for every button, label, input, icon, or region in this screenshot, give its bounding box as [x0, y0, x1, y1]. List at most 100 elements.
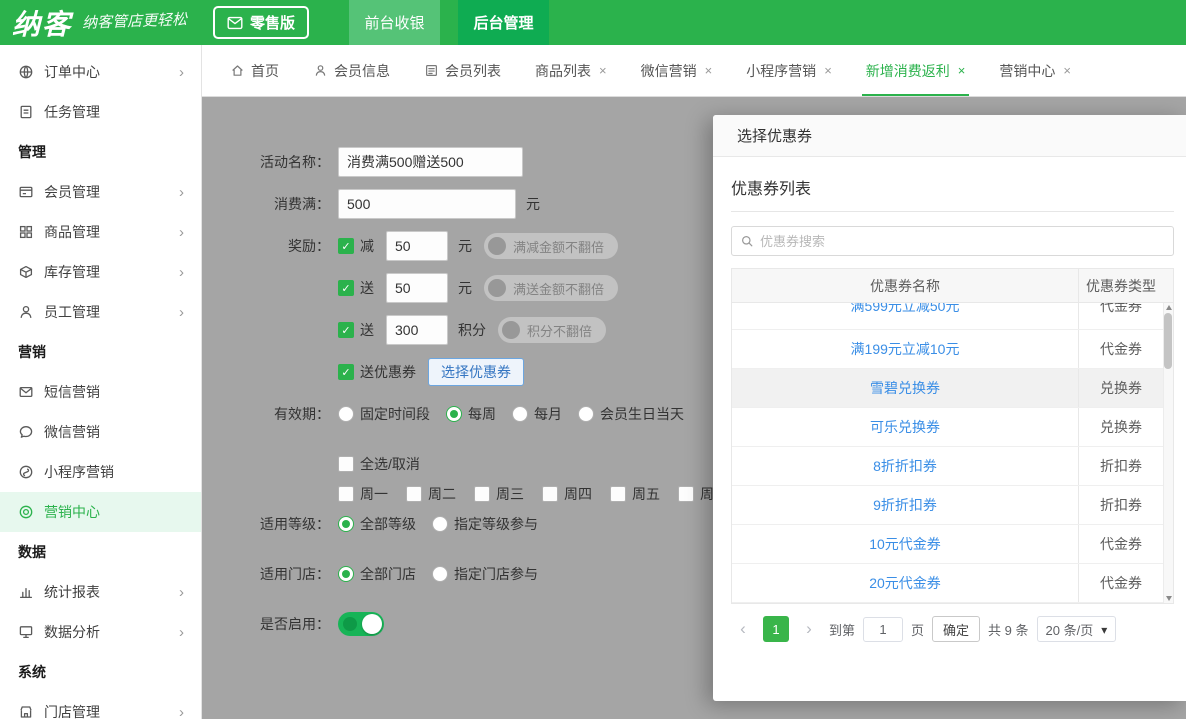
no-multiply-discount-toggle[interactable]: 满减金额不翻倍 — [484, 233, 618, 259]
coupon-name-link[interactable]: 9折折扣券 — [873, 495, 937, 515]
coupon-name-link[interactable]: 20元代金券 — [869, 573, 941, 593]
version-badge[interactable]: 零售版 — [213, 6, 309, 39]
coupon-row[interactable]: 雪碧兑换券 兑换券 — [732, 369, 1173, 408]
toggle-knob — [488, 279, 506, 297]
sidebar-item-tasks[interactable]: 任务管理 — [0, 92, 201, 132]
sidebar-item-order-center[interactable]: 订单中心 — [0, 52, 201, 92]
sidebar-item-marketing-center[interactable]: 营销中心 — [0, 492, 201, 532]
sidebar-item-analytics[interactable]: 数据分析 — [0, 612, 201, 652]
tab-home[interactable]: 首页 — [230, 45, 279, 96]
tab-marketing-center[interactable]: 营销中心 — [999, 45, 1071, 96]
weekday-monday[interactable]: 周一 — [338, 484, 388, 504]
spend-unit: 元 — [526, 194, 540, 214]
page-size-select[interactable]: 20 条/页 — [1037, 616, 1117, 642]
coupon-row[interactable]: 20元代金券 代金券 — [732, 564, 1173, 603]
coupon-name-link[interactable]: 可乐兑换券 — [870, 417, 940, 437]
scroll-up-icon[interactable] — [1166, 305, 1172, 310]
coupon-row[interactable]: 可乐兑换券 兑换券 — [732, 408, 1173, 447]
scroll-down-icon[interactable] — [1166, 596, 1172, 601]
tab-label: 会员列表 — [445, 61, 501, 81]
app-root: 纳客 纳客管店更轻松 零售版 前台收银 后台管理 订单中心 任务管理 管理 — [0, 0, 1186, 719]
spend-threshold-input[interactable] — [338, 189, 516, 219]
select-all-weekdays-checkbox[interactable] — [338, 456, 354, 472]
choose-coupon-button[interactable]: 选择优惠券 — [428, 358, 524, 386]
close-icon[interactable] — [1063, 63, 1071, 78]
reward-discount-input[interactable] — [386, 231, 448, 261]
tab-member-info[interactable]: 会员信息 — [313, 45, 390, 96]
tab-label: 小程序营销 — [746, 61, 816, 81]
validity-option-weekly[interactable]: 每周 — [446, 404, 496, 424]
scrollbar-thumb[interactable] — [1164, 313, 1172, 369]
tab-wechat-marketing[interactable]: 微信营销 — [641, 45, 713, 96]
reward-gift-input[interactable] — [386, 273, 448, 303]
store-option-all[interactable]: 全部门店 — [338, 564, 416, 584]
tab-miniprogram-marketing[interactable]: 小程序营销 — [746, 45, 832, 96]
goto-page-input[interactable] — [863, 617, 903, 642]
tab-goods-list[interactable]: 商品列表 — [535, 45, 607, 96]
close-icon[interactable] — [958, 63, 966, 78]
weekday-tuesday[interactable]: 周二 — [406, 484, 456, 504]
weekday-friday[interactable]: 周五 — [610, 484, 660, 504]
close-icon[interactable] — [705, 63, 713, 78]
close-icon[interactable] — [599, 63, 607, 78]
coupon-row[interactable]: 满599元立减50元 代金券 — [732, 303, 1173, 330]
coupon-name-link[interactable]: 雪碧兑换券 — [870, 378, 940, 398]
coupon-search-input[interactable] — [760, 234, 1165, 249]
current-page-button[interactable]: 1 — [763, 616, 789, 642]
no-multiply-points-toggle[interactable]: 积分不翻倍 — [498, 317, 606, 343]
weekday-wednesday[interactable]: 周三 — [474, 484, 524, 504]
weekday-thursday[interactable]: 周四 — [542, 484, 592, 504]
tab-new-consumption-rebate[interactable]: 新增消费返利 — [866, 45, 966, 96]
close-icon[interactable] — [824, 63, 832, 78]
coupon-name-link[interactable]: 满599元立减50元 — [851, 303, 960, 316]
reward-coupon-checkbox[interactable] — [338, 364, 354, 380]
bar-chart-icon — [18, 584, 34, 600]
reward-gift-checkbox[interactable] — [338, 280, 354, 296]
coupon-name-link[interactable]: 10元代金券 — [869, 534, 941, 554]
sidebar-item-staff[interactable]: 员工管理 — [0, 292, 201, 332]
sidebar-item-reports[interactable]: 统计报表 — [0, 572, 201, 612]
sidebar-item-sms-marketing[interactable]: 短信营销 — [0, 372, 201, 412]
coupon-name-link[interactable]: 满199元立减10元 — [851, 339, 960, 359]
prev-page-icon[interactable] — [731, 616, 755, 642]
next-page-icon[interactable] — [797, 616, 821, 642]
nav-front-cashier[interactable]: 前台收银 — [349, 0, 440, 45]
reward-points-checkbox[interactable] — [338, 322, 354, 338]
tab-member-list[interactable]: 会员列表 — [424, 45, 501, 96]
tab-label: 微信营销 — [641, 61, 697, 81]
store-option-specified[interactable]: 指定门店参与 — [432, 564, 538, 584]
coupon-row[interactable]: 10元代金券 代金券 — [732, 525, 1173, 564]
sms-envelope-icon — [18, 384, 34, 400]
coupon-row[interactable]: 8折折扣券 折扣券 — [732, 447, 1173, 486]
level-option-all[interactable]: 全部等级 — [338, 514, 416, 534]
coupon-type: 折扣券 — [1100, 458, 1142, 474]
sidebar-item-wechat-marketing[interactable]: 微信营销 — [0, 412, 201, 452]
coupon-search-box[interactable] — [731, 226, 1174, 256]
sidebar-item-goods[interactable]: 商品管理 — [0, 212, 201, 252]
validity-option-fixed[interactable]: 固定时间段 — [338, 404, 430, 424]
coupon-name-link[interactable]: 8折折扣券 — [873, 456, 937, 476]
coupon-row[interactable]: 满199元立减10元 代金券 — [732, 330, 1173, 369]
level-option-specified[interactable]: 指定等级参与 — [432, 514, 538, 534]
nav-backend-admin[interactable]: 后台管理 — [458, 0, 549, 45]
sidebar-item-miniprogram-marketing[interactable]: 小程序营销 — [0, 452, 201, 492]
radio-icon — [338, 406, 354, 422]
enabled-toggle[interactable] — [338, 612, 384, 636]
sidebar-item-members[interactable]: 会员管理 — [0, 172, 201, 212]
reward-discount-checkbox[interactable] — [338, 238, 354, 254]
validity-option-birthday[interactable]: 会员生日当天 — [578, 404, 684, 424]
sidebar-item-inventory[interactable]: 库存管理 — [0, 252, 201, 292]
reward-points-input[interactable] — [386, 315, 448, 345]
sidebar-item-stores[interactable]: 门店管理 — [0, 692, 201, 719]
chevron-down-icon — [1101, 622, 1107, 637]
activity-name-input[interactable] — [338, 147, 523, 177]
checkbox-icon — [474, 486, 490, 502]
validity-option-monthly[interactable]: 每月 — [512, 404, 562, 424]
total-count-label: 共 9 条 — [988, 620, 1028, 639]
goto-confirm-button[interactable]: 确定 — [932, 616, 980, 642]
no-multiply-gift-toggle[interactable]: 满送金额不翻倍 — [484, 275, 618, 301]
scrollbar-track[interactable] — [1163, 303, 1173, 603]
goods-grid-icon — [18, 224, 34, 240]
coupon-row[interactable]: 9折折扣券 折扣券 — [732, 486, 1173, 525]
tab-label: 营销中心 — [999, 61, 1055, 81]
